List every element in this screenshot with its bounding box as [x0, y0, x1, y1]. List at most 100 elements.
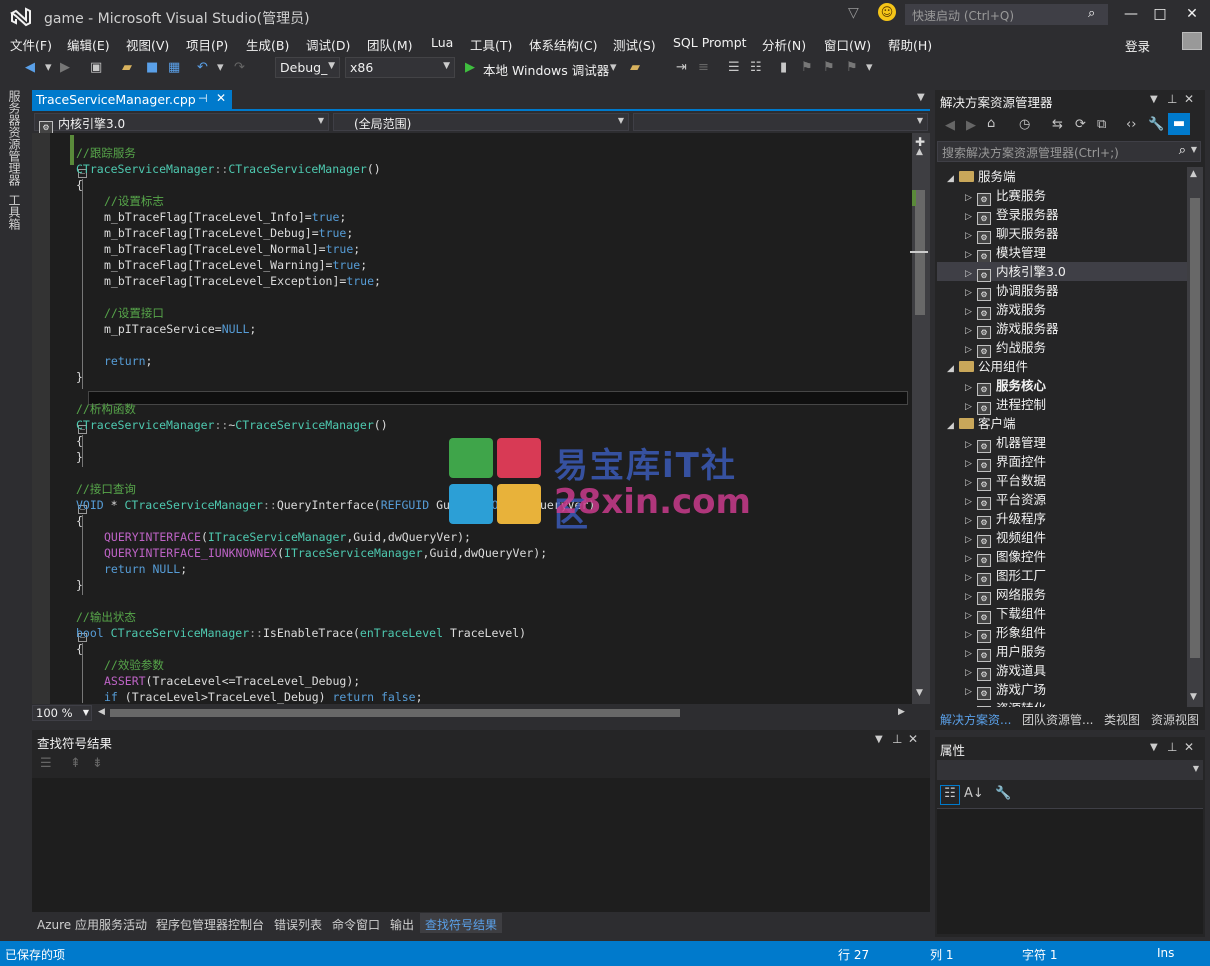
user-account-icon[interactable] [1182, 32, 1202, 50]
forward-icon[interactable]: ▶ [966, 118, 976, 133]
tree-node[interactable]: ▷ ⚙ 形象组件 [937, 623, 1187, 643]
solution-tree[interactable]: ◢ 服务端 ▷ ⚙ 比赛服务 ▷ ⚙ 登录服务器 ▷ ⚙ 聊天服务器 ▷ ⚙ 模块管理 ▷ ⚙ 内核引擎3.0 ▷… [937, 167, 1187, 707]
view-code-icon[interactable]: ‹› [1126, 117, 1136, 132]
tree-node[interactable]: ▷ ⚙ 游戏道具 [937, 661, 1187, 681]
properties-grid[interactable] [937, 808, 1203, 934]
scroll-up-icon[interactable]: ▲ [916, 147, 923, 157]
forward-icon[interactable]: ▶ [60, 60, 70, 75]
zoom-select[interactable]: 100 % ▼ [32, 705, 92, 721]
back-icon[interactable]: ◀ [25, 60, 35, 75]
collapsed-arrow-icon[interactable]: ▷ [965, 702, 977, 707]
tree-node[interactable]: ▷ ⚙ 登录服务器 [937, 205, 1187, 225]
panel-menu-icon[interactable]: ▼ [875, 734, 883, 745]
scroll-down-icon[interactable]: ▼ [1190, 692, 1197, 702]
panel-menu-icon[interactable]: ▼ [1150, 94, 1158, 105]
close-panel-icon[interactable]: ✕ [1184, 92, 1194, 106]
menu-lua[interactable]: Lua [431, 35, 453, 50]
solution-search-input[interactable]: 搜索解决方案资源管理器(Ctrl+;) ⌕ ▼ [937, 141, 1201, 162]
home-icon[interactable]: ⌂ [987, 116, 995, 131]
login-link[interactable]: 登录 [1125, 36, 1150, 55]
save-all-icon[interactable]: ▦ [168, 60, 180, 75]
quick-launch-input[interactable]: 快速启动 (Ctrl+Q) [905, 4, 1108, 25]
step-icon[interactable]: ⇥ [676, 60, 687, 75]
tree-node[interactable]: ▷ ⚙ 用户服务 [937, 642, 1187, 662]
chevron-down-icon[interactable]: ▼ [1191, 145, 1197, 154]
tree-node[interactable]: ▷ ⚙ 游戏广场 [937, 680, 1187, 700]
tree-node[interactable]: ▷ ⚙ 下载组件 [937, 604, 1187, 624]
toolbar-overflow-icon[interactable]: ▾ [866, 60, 873, 75]
feedback-smile-icon[interactable]: ☺ [878, 3, 896, 21]
menu-view[interactable]: 视图(V) [126, 35, 169, 54]
preview-selected-icon[interactable]: ▬ [1168, 113, 1190, 135]
menu-project[interactable]: 项目(P) [186, 35, 228, 54]
clear-bookmarks-icon[interactable]: ⚑ [846, 60, 858, 75]
property-pages-icon[interactable]: 🔧 [995, 786, 1011, 801]
tree-node[interactable]: ▷ ⚙ 平台资源 [937, 490, 1187, 510]
tab-azure-activity[interactable]: Azure 应用服务活动 [37, 916, 147, 933]
menu-help[interactable]: 帮助(H) [888, 35, 932, 54]
next-bookmark-icon[interactable]: ⚑ [823, 60, 835, 75]
back-icon[interactable]: ◀ [945, 118, 955, 133]
tree-node[interactable]: ▷ ⚙ 视频组件 [937, 528, 1187, 548]
menu-analyze[interactable]: 分析(N) [762, 35, 806, 54]
undo-dropdown-icon[interactable]: ▾ [217, 60, 224, 75]
tree-node[interactable]: ▷ ⚙ 升级程序 [937, 509, 1187, 529]
properties-object-select[interactable]: ▼ [937, 760, 1203, 780]
find-results-list[interactable] [32, 778, 930, 912]
tab-resource-view[interactable]: 资源视图 [1151, 711, 1199, 728]
format-icon[interactable]: ≡ [698, 60, 709, 75]
back-dropdown-icon[interactable]: ▾ [45, 60, 52, 75]
scroll-right-icon[interactable]: ▶ [898, 707, 905, 717]
prev-result-icon[interactable]: ⇞ [70, 756, 81, 771]
pin-icon[interactable]: ⊥ [892, 732, 902, 746]
tree-node[interactable]: ▷ ⚙ 游戏服务 [937, 300, 1187, 320]
solution-scroll-thumb[interactable] [1190, 198, 1200, 658]
tab-solution-explorer[interactable]: 解决方案资... [940, 711, 1011, 728]
alphabetical-icon[interactable]: A↓ [964, 786, 984, 801]
start-debug-icon[interactable]: ▶ [465, 60, 475, 75]
tab-class-view[interactable]: 类视图 [1104, 711, 1140, 728]
pin-icon[interactable]: ⊥ [1167, 92, 1177, 106]
menu-edit[interactable]: 编辑(E) [67, 35, 110, 54]
new-project-icon[interactable]: ▣ [90, 60, 102, 75]
tree-node[interactable]: ▷⚙ 资源转化 [937, 699, 1187, 707]
tree-node[interactable]: ▷ ⚙ 内核引擎3.0 [937, 262, 1187, 282]
search-icon[interactable]: ⌕ [1088, 6, 1095, 21]
tab-package-manager-console[interactable]: 程序包管理器控制台 [156, 916, 264, 933]
tab-trace-service-manager[interactable]: TraceServiceManager.cpp ⊣ ✕ [32, 90, 232, 110]
solution-configuration-select[interactable]: Debug_ ▼ [275, 57, 340, 78]
tree-node[interactable]: ▷ ⚙ 平台数据 [937, 471, 1187, 491]
tab-find-symbol-results[interactable]: 查找符号结果 [420, 913, 503, 933]
save-icon[interactable]: ■ [146, 60, 158, 75]
menu-file[interactable]: 文件(F) [10, 35, 52, 54]
tree-node[interactable]: ▷ ⚙ 图形工厂 [937, 566, 1187, 586]
tab-command-window[interactable]: 命令窗口 [332, 916, 380, 933]
tree-node[interactable]: ▷ ⚙ 模块管理 [937, 243, 1187, 263]
categorized-icon[interactable]: ☷ [940, 785, 960, 805]
next-result-icon[interactable]: ⇟ [92, 756, 103, 771]
refresh-icon[interactable]: ⟳ [1075, 117, 1086, 132]
open-file-icon[interactable]: ▰ [122, 60, 132, 75]
find-in-files-icon[interactable]: ▰ [630, 60, 640, 75]
menu-test[interactable]: 测试(S) [613, 35, 656, 54]
comment-lines-icon[interactable]: ☰ [728, 60, 740, 75]
tree-node[interactable]: ▷ ⚙ 机器管理 [937, 433, 1187, 453]
run-dropdown-icon[interactable]: ▾ [610, 60, 617, 75]
tree-node[interactable]: ▷ ⚙ 聊天服务器 [937, 224, 1187, 244]
menu-sql-prompt[interactable]: SQL Prompt [673, 35, 747, 50]
bookmark-icon[interactable]: ▮ [780, 60, 787, 75]
scope-nav-select[interactable]: (全局范围) ▼ [333, 113, 629, 131]
tree-node[interactable]: ▷ ⚙ 进程控制 [937, 395, 1187, 415]
solution-platform-select[interactable]: x86 ▼ [345, 57, 455, 78]
prev-bookmark-icon[interactable]: ⚑ [801, 60, 813, 75]
redo-icon[interactable]: ↷ [234, 60, 245, 75]
toolbox-tab[interactable]: 工具箱 [6, 194, 23, 230]
member-nav-select[interactable]: ▼ [633, 113, 928, 131]
undo-icon[interactable]: ↶ [197, 60, 208, 75]
tab-overflow-icon[interactable]: ▼ [917, 92, 925, 103]
panel-menu-icon[interactable]: ▼ [1150, 742, 1158, 753]
code-editor[interactable]: − − − − //跟踪服务 CTraceServiceManager::CTra… [32, 133, 912, 704]
menu-tools[interactable]: 工具(T) [470, 35, 512, 54]
maximize-icon[interactable]: □ [1145, 4, 1175, 24]
code-text[interactable]: //跟踪服务 CTraceServiceManager::CTraceServic… [76, 145, 906, 704]
